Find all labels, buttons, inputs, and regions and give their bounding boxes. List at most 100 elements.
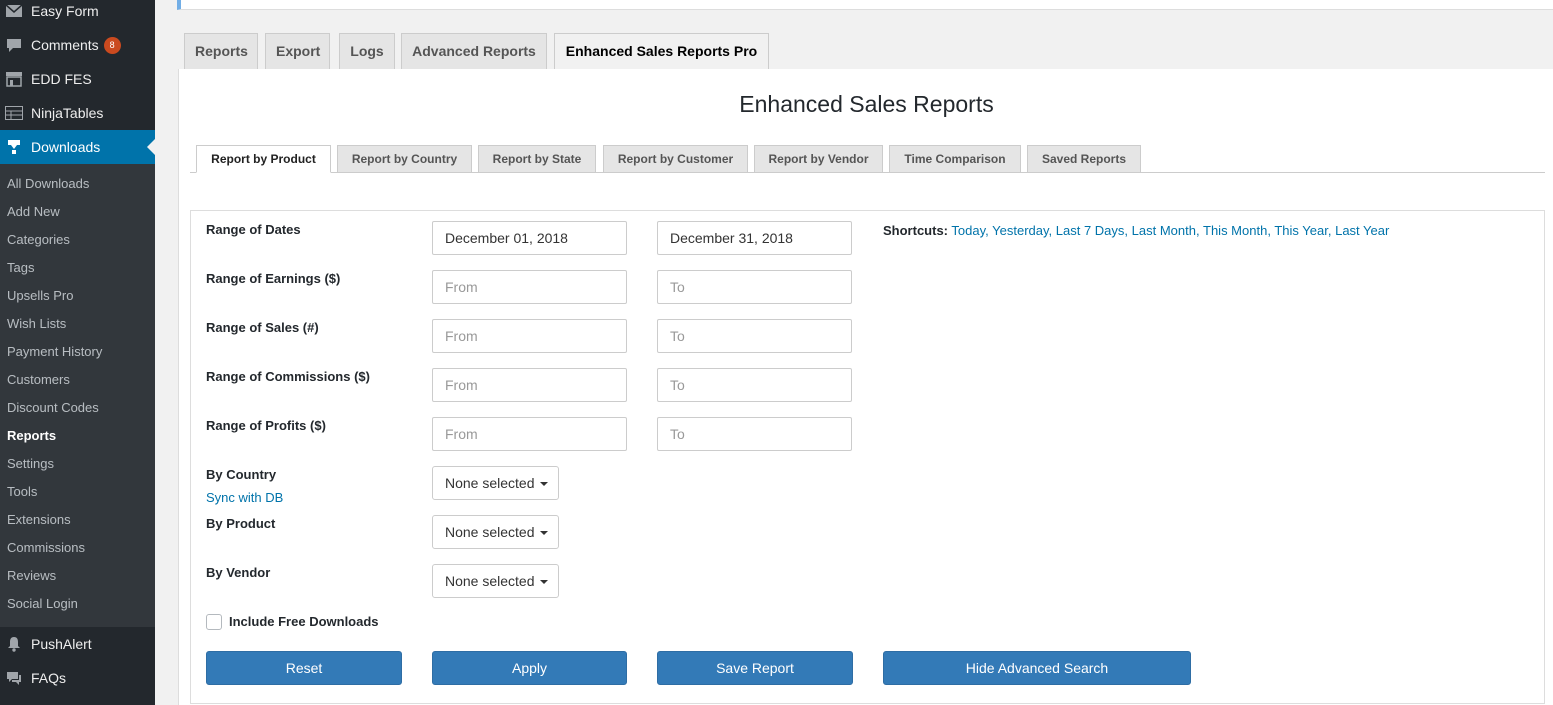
submenu-item-commissions[interactable]: Commissions	[0, 534, 155, 562]
earnings-to-input[interactable]	[657, 270, 852, 304]
date-shortcuts: Shortcuts: Today, Yesterday, Last 7 Days…	[883, 223, 1390, 238]
report-sub-tabs: Report by Product Report by Country Repo…	[190, 145, 1545, 173]
date-from-input[interactable]	[432, 221, 627, 255]
submenu-item-categories[interactable]: Categories	[0, 226, 155, 254]
include-free-downloads-checkbox[interactable]	[206, 614, 222, 630]
shortcut-last-7-days-link[interactable]: Last 7 Days	[1056, 223, 1125, 238]
subtab-saved-reports[interactable]: Saved Reports	[1027, 145, 1141, 173]
submenu-item-upsells-pro[interactable]: Upsells Pro	[0, 282, 155, 310]
subtab-report-by-country[interactable]: Report by Country	[337, 145, 472, 173]
menu-item-comments[interactable]: Comments 8	[0, 28, 155, 62]
shortcut-today-link[interactable]: Today	[951, 223, 985, 238]
profits-to-input[interactable]	[657, 417, 852, 451]
sync-with-db-link[interactable]: Sync with DB	[206, 490, 283, 505]
product-select[interactable]: None selected	[432, 515, 559, 549]
reset-button[interactable]: Reset	[206, 651, 402, 685]
by-country-label: By Country	[206, 467, 277, 482]
menu-label: Downloads	[31, 139, 101, 155]
subtab-report-by-product[interactable]: Report by Product	[196, 145, 331, 173]
submenu-item-reports[interactable]: Reports	[0, 422, 155, 450]
menu-label: EDD FES	[31, 71, 92, 87]
menu-item-downloads[interactable]: Downloads	[0, 130, 155, 164]
tab-reports[interactable]: Reports	[184, 33, 258, 69]
advanced-search-form	[190, 210, 1545, 704]
sales-to-input[interactable]	[657, 319, 852, 353]
admin-notice-bar	[177, 0, 1553, 10]
submenu-item-social-login[interactable]: Social Login	[0, 590, 155, 618]
include-free-downloads-label: Include Free Downloads	[229, 614, 379, 629]
submenu-item-extensions[interactable]: Extensions	[0, 506, 155, 534]
subtab-time-comparison[interactable]: Time Comparison	[889, 145, 1021, 173]
hide-advanced-search-button[interactable]: Hide Advanced Search	[883, 651, 1191, 685]
apply-button[interactable]: Apply	[432, 651, 627, 685]
admin-sidebar: Easy Form Comments 8 EDD FES NinjaTables	[0, 0, 155, 705]
tab-advanced-reports[interactable]: Advanced Reports	[401, 33, 547, 69]
caret-down-icon	[539, 580, 548, 585]
page-title: Enhanced Sales Reports	[739, 91, 994, 117]
tab-export[interactable]: Export	[265, 33, 330, 69]
range-of-profits-label: Range of Profits ($)	[206, 418, 326, 433]
menu-label: Comments	[31, 37, 99, 53]
submenu-item-reviews[interactable]: Reviews	[0, 562, 155, 590]
reports-nav-tabs: Reports Export Logs Advanced Reports Enh…	[178, 33, 1553, 70]
shortcut-last-year-link[interactable]: Last Year	[1335, 223, 1389, 238]
faq-icon	[4, 668, 24, 688]
download-icon	[4, 137, 24, 157]
downloads-submenu: All Downloads Add New Categories Tags Up…	[0, 164, 155, 627]
shortcut-last-month-link[interactable]: Last Month	[1132, 223, 1196, 238]
menu-item-ninjatables[interactable]: NinjaTables	[0, 96, 155, 130]
subtab-report-by-state[interactable]: Report by State	[478, 145, 596, 173]
date-to-input[interactable]	[657, 221, 852, 255]
range-of-commissions-label: Range of Commissions ($)	[206, 369, 370, 384]
storefront-icon	[4, 69, 24, 89]
tab-logs[interactable]: Logs	[339, 33, 395, 69]
menu-label: PushAlert	[31, 636, 92, 652]
shortcut-this-month-link[interactable]: This Month	[1203, 223, 1267, 238]
menu-label: NinjaTables	[31, 105, 104, 121]
table-icon	[4, 103, 24, 123]
submenu-item-wish-lists[interactable]: Wish Lists	[0, 310, 155, 338]
menu-item-easy-form[interactable]: Easy Form	[0, 0, 155, 28]
commissions-to-input[interactable]	[657, 368, 852, 402]
submenu-item-all-downloads[interactable]: All Downloads	[0, 170, 155, 198]
shortcuts-label: Shortcuts:	[883, 223, 948, 238]
range-of-sales-label: Range of Sales (#)	[206, 320, 319, 335]
country-select-value: None selected	[445, 475, 535, 491]
subtab-report-by-customer[interactable]: Report by Customer	[603, 145, 748, 173]
country-select[interactable]: None selected	[432, 466, 559, 500]
submenu-item-settings[interactable]: Settings	[0, 450, 155, 478]
caret-down-icon	[539, 531, 548, 536]
vendor-select-value: None selected	[445, 573, 535, 589]
submenu-item-tags[interactable]: Tags	[0, 254, 155, 282]
submenu-item-add-new[interactable]: Add New	[0, 198, 155, 226]
submenu-item-customers[interactable]: Customers	[0, 366, 155, 394]
submenu-item-tools[interactable]: Tools	[0, 478, 155, 506]
tab-enhanced-sales-reports-pro[interactable]: Enhanced Sales Reports Pro	[554, 33, 769, 70]
submenu-item-discount-codes[interactable]: Discount Codes	[0, 394, 155, 422]
profits-from-input[interactable]	[432, 417, 627, 451]
menu-item-edd-fes[interactable]: EDD FES	[0, 62, 155, 96]
menu-item-pushalert[interactable]: PushAlert	[0, 627, 155, 661]
by-vendor-label: By Vendor	[206, 565, 271, 580]
shortcut-yesterday-link[interactable]: Yesterday	[992, 223, 1048, 238]
vendor-select[interactable]: None selected	[432, 564, 559, 598]
menu-label: FAQs	[31, 670, 67, 686]
product-select-value: None selected	[445, 524, 535, 540]
earnings-from-input[interactable]	[432, 270, 627, 304]
sales-from-input[interactable]	[432, 319, 627, 353]
submenu-item-payment-history[interactable]: Payment History	[0, 338, 155, 366]
comment-bubble-icon	[4, 35, 24, 55]
caret-down-icon	[539, 482, 548, 487]
by-product-label: By Product	[206, 516, 276, 531]
commissions-from-input[interactable]	[432, 368, 627, 402]
range-of-earnings-label: Range of Earnings ($)	[206, 271, 341, 286]
menu-label: Easy Form	[31, 3, 99, 19]
menu-item-faqs[interactable]: FAQs	[0, 661, 155, 695]
envelope-icon	[4, 1, 24, 21]
shortcut-this-year-link[interactable]: This Year	[1274, 223, 1328, 238]
bell-icon	[4, 634, 24, 654]
wp-admin-page: Easy Form Comments 8 EDD FES NinjaTables	[0, 0, 1553, 705]
save-report-button[interactable]: Save Report	[657, 651, 853, 685]
subtab-report-by-vendor[interactable]: Report by Vendor	[754, 145, 883, 173]
comment-count-badge: 8	[103, 36, 121, 54]
